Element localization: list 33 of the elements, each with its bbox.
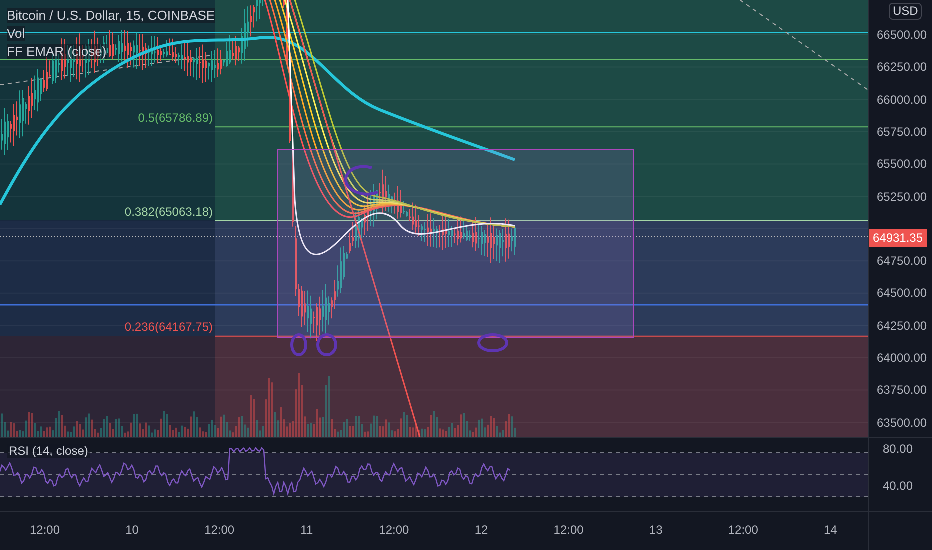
price-axis-label: 63500.00 <box>877 416 928 430</box>
price-axis-label: 64750.00 <box>877 254 928 268</box>
fib-level-label: 0.236(64167.75) <box>124 320 213 334</box>
rsi-title: RSI (14, close) <box>7 444 90 458</box>
time-axis-label: 10 <box>124 523 140 537</box>
price-axis-label: 65750.00 <box>877 124 928 139</box>
fib-level-label: 0.5(65786.89) <box>138 111 213 126</box>
last-price-label: 64931.35 <box>869 228 927 247</box>
currency-label: USD <box>889 3 922 20</box>
time-axis-label: 12:00 <box>378 523 410 537</box>
time-axis-label: 12 <box>474 523 490 537</box>
fib-level-label: 0.382(65063.18) <box>124 204 213 219</box>
price-axis-label: 66500.00 <box>877 28 928 42</box>
price-axis-label: 64000.00 <box>877 351 928 365</box>
legend-text: Vol <box>7 26 26 41</box>
time-axis-label: 12:00 <box>727 523 760 537</box>
time-axis-label: 12:00 <box>204 523 236 537</box>
price-axis-label: 63750.00 <box>877 383 928 398</box>
time-axis-label: 12:00 <box>28 523 62 537</box>
time-axis-label: 13 <box>648 523 664 537</box>
rsi-axis-label: 80.00 <box>883 442 914 456</box>
price-axis-label: 66250.00 <box>877 60 928 74</box>
time-axis-label: 11 <box>300 523 314 537</box>
rsi-axis-label: 40.00 <box>883 479 914 493</box>
price-axis-label: 64250.00 <box>877 318 928 333</box>
price-axis-label: 65500.00 <box>877 157 928 172</box>
price-axis-label: 64500.00 <box>877 286 928 300</box>
price-axis-label: 65250.00 <box>877 190 928 204</box>
legend-text: Bitcoin / U.S. Dollar, 15, COINBASE <box>7 8 216 23</box>
time-axis-label: 14 <box>823 523 838 537</box>
legend-text: FF EMAR (close) <box>7 44 107 59</box>
time-axis-label: 12:00 <box>552 523 585 537</box>
price-axis-label: 66000.00 <box>877 92 928 107</box>
